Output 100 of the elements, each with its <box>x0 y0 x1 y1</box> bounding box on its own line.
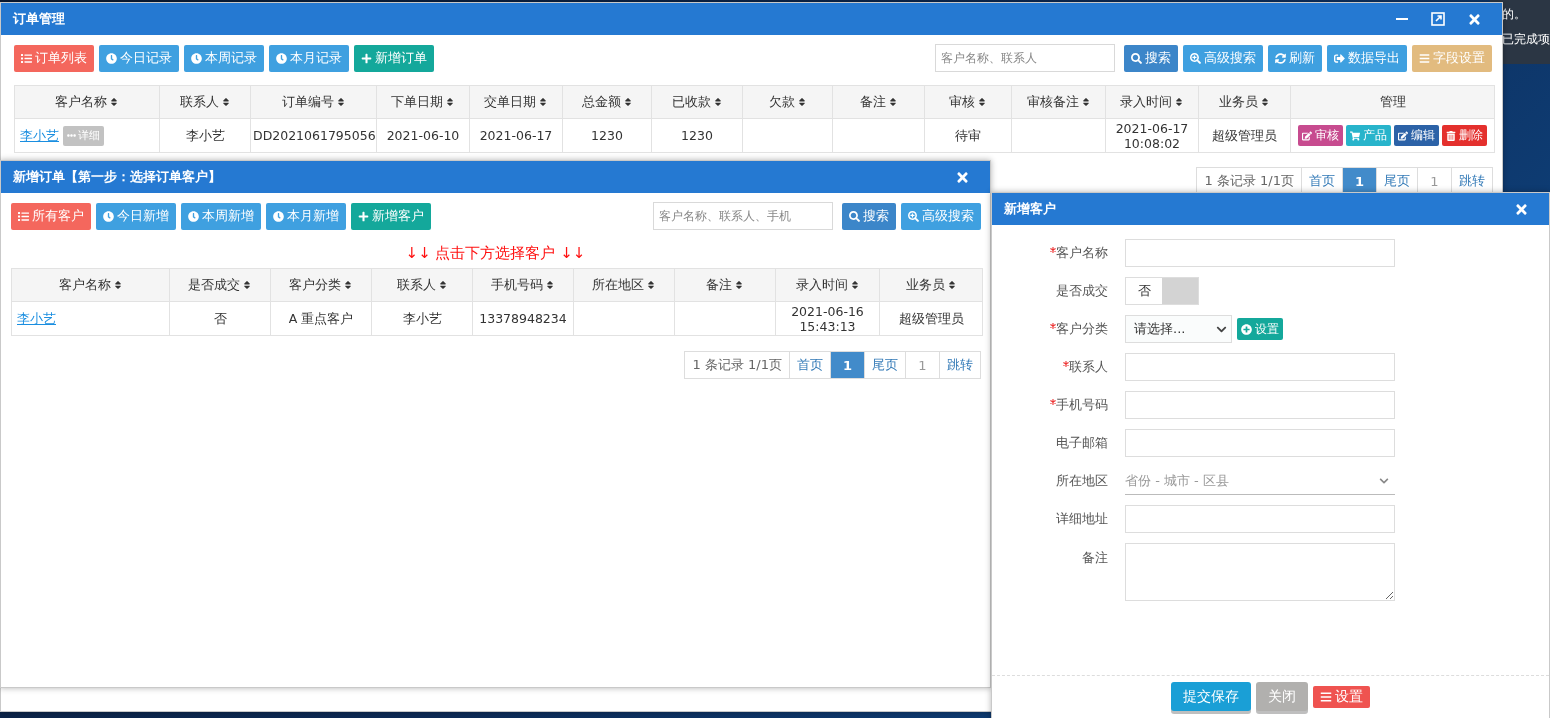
footer-button[interactable]: 设置 <box>1313 685 1370 708</box>
column-header[interactable]: 客户名称 <box>14 85 160 119</box>
sort-icon <box>622 97 633 107</box>
required-icon <box>1050 323 1056 329</box>
jump-link[interactable]: 跳转 <box>939 352 980 378</box>
region-dropdown[interactable]: 省份 - 城市 - 区县 <box>1125 467 1395 495</box>
table-cell: 超级管理员 <box>1198 118 1291 153</box>
sort-icon <box>1174 97 1184 107</box>
text-field[interactable] <box>1125 505 1395 533</box>
edit-icon <box>1302 130 1312 141</box>
toolbar-button[interactable]: 本月新增 <box>266 202 346 230</box>
footer-button[interactable]: 提交保存 <box>1171 682 1251 711</box>
sort-icon <box>242 280 252 290</box>
column-header[interactable]: 下单日期 <box>376 85 470 119</box>
toolbar-button[interactable]: 高级搜索 <box>1183 44 1263 72</box>
clock-icon <box>273 210 284 222</box>
toolbar-button[interactable]: 本月记录 <box>269 44 349 72</box>
row-action-button[interactable]: 审核 <box>1298 125 1343 146</box>
toolbar-button[interactable]: 订单列表 <box>14 44 94 72</box>
settings-button[interactable]: 设置 <box>1237 318 1283 340</box>
column-header[interactable]: 管理 <box>1290 85 1495 119</box>
plus-icon <box>1241 323 1252 335</box>
toolbar-button[interactable]: 所有客户 <box>11 202 91 230</box>
column-header[interactable]: 联系人 <box>159 85 251 119</box>
toolbar-button[interactable]: 新增客户 <box>351 202 431 230</box>
toolbar-button[interactable]: 数据导出 <box>1327 44 1407 72</box>
field-label: 客户名称 <box>1056 244 1108 262</box>
column-header[interactable]: 审核备注 <box>1011 85 1106 119</box>
more-icon <box>67 131 76 140</box>
sort-icon <box>887 97 898 107</box>
menu-icon <box>1320 690 1332 703</box>
sort-icon <box>1260 97 1270 107</box>
table-cell: 否 <box>169 301 271 336</box>
refresh-icon <box>1275 52 1286 64</box>
table-cell: 2021-06-16 15:43:13 <box>775 301 880 336</box>
column-header[interactable]: 欠款 <box>742 85 833 119</box>
column-header[interactable]: 手机号码 <box>472 268 574 302</box>
text-field[interactable] <box>1125 353 1395 381</box>
column-header[interactable]: 业务员 <box>1198 85 1291 119</box>
page-link[interactable]: 1 <box>829 352 864 378</box>
field-label: 手机号码 <box>1056 396 1108 414</box>
trash-icon <box>1446 130 1456 141</box>
export-icon <box>1334 52 1345 64</box>
field-label: 客户分类 <box>1056 320 1108 338</box>
plus-icon <box>358 210 369 222</box>
table-cell: 待审 <box>924 118 1012 153</box>
column-header[interactable]: 审核 <box>924 85 1012 119</box>
page-link[interactable]: 1 <box>1341 168 1376 194</box>
column-header[interactable]: 备注 <box>674 268 776 302</box>
sort-icon <box>1080 97 1091 107</box>
column-header[interactable]: 订单编号 <box>250 85 377 119</box>
toolbar-button[interactable]: 本周记录 <box>184 44 264 72</box>
column-header[interactable]: 录入时间 <box>775 268 880 302</box>
table-cell: 2021-06-17 <box>469 118 563 153</box>
field-label: 联系人 <box>1069 358 1108 376</box>
close-icon <box>1513 201 1529 217</box>
first-page-link[interactable]: 首页 <box>788 352 830 378</box>
toolbar-button[interactable]: 新增订单 <box>354 44 434 72</box>
background-text: 已完成项 <box>1502 31 1550 48</box>
toolbar-button[interactable]: 高级搜索 <box>901 202 981 230</box>
column-header[interactable]: 交单日期 <box>469 85 563 119</box>
text-area[interactable] <box>1125 543 1395 601</box>
column-header[interactable]: 总金额 <box>562 85 652 119</box>
table-cell: 1230 <box>651 118 743 153</box>
column-header[interactable]: 业务员 <box>879 268 983 302</box>
search-field[interactable]: 客户名称、联系人 <box>935 44 1115 72</box>
table-cell: 13378948234 <box>472 301 574 336</box>
text-field[interactable] <box>1125 239 1395 267</box>
toolbar-button[interactable]: 搜索 <box>1124 44 1178 72</box>
sort-icon <box>946 280 957 290</box>
toolbar-button[interactable]: 搜索 <box>842 202 896 230</box>
column-header[interactable]: 录入时间 <box>1105 85 1199 119</box>
customer-link[interactable]: 李小艺 <box>17 311 56 326</box>
customer-link[interactable]: 李小艺 <box>20 128 59 143</box>
toolbar-button[interactable]: 本周新增 <box>181 202 261 230</box>
column-header[interactable]: 已收款 <box>651 85 743 119</box>
column-header[interactable]: 备注 <box>832 85 925 119</box>
column-header[interactable]: 客户名称 <box>11 268 170 302</box>
table-cell: 李小艺 <box>371 301 473 336</box>
toggle-switch[interactable]: 否 <box>1125 277 1199 305</box>
search-field[interactable]: 客户名称、联系人、手机 <box>653 202 833 230</box>
table-cell: 超级管理员 <box>879 301 983 336</box>
text-field[interactable] <box>1125 429 1395 457</box>
toolbar-button[interactable]: 今日记录 <box>99 44 179 72</box>
text-field[interactable] <box>1125 391 1395 419</box>
sort-icon <box>109 97 119 107</box>
column-header[interactable]: 所在地区 <box>573 268 675 302</box>
toolbar-button[interactable]: 刷新 <box>1268 44 1322 72</box>
row-action-button[interactable]: 删除 <box>1442 125 1487 146</box>
column-header[interactable]: 联系人 <box>371 268 473 302</box>
sort-icon <box>538 97 548 107</box>
column-header[interactable]: 是否成交 <box>169 268 271 302</box>
row-action-button[interactable]: 编辑 <box>1394 125 1439 146</box>
toolbar-button[interactable]: 今日新增 <box>96 202 176 230</box>
list-icon <box>21 52 32 64</box>
clock-icon <box>188 210 199 222</box>
column-header[interactable]: 客户分类 <box>270 268 372 302</box>
search-icon <box>849 210 860 222</box>
dropdown[interactable]: 请选择... <box>1125 315 1232 343</box>
table-cell: 2021-06-10 <box>376 118 470 153</box>
